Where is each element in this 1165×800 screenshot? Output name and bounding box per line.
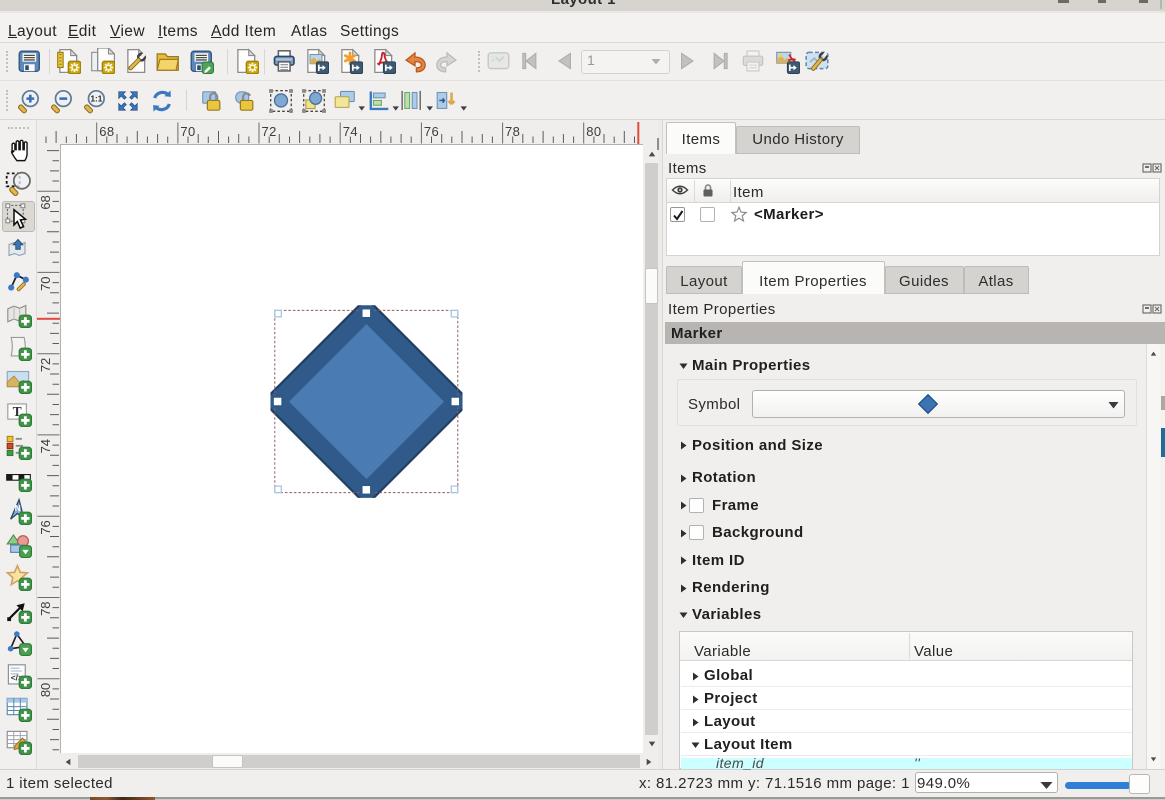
svg-text:76: 76	[38, 520, 53, 534]
svg-text:74: 74	[38, 439, 53, 453]
svg-text:72: 72	[38, 358, 53, 372]
svg-text:1:1: 1:1	[91, 95, 103, 104]
svg-text:68: 68	[38, 195, 53, 209]
svg-text:70: 70	[38, 276, 53, 290]
svg-text:78: 78	[38, 601, 53, 615]
svg-text:80: 80	[38, 683, 53, 697]
svg-text:N: N	[14, 503, 20, 513]
